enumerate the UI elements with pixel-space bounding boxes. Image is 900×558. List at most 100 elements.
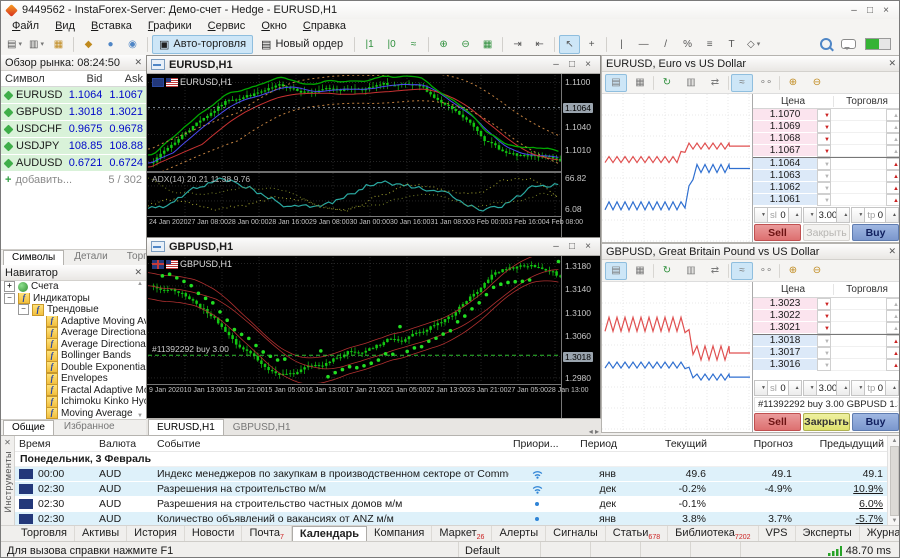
chart-tab[interactable]: EURUSD,H1 (148, 419, 224, 435)
calendar-row[interactable]: 00:00 AUD Индекс менеджеров по закупкам … (15, 467, 887, 482)
ticks-toggle-button[interactable]: ≈ (731, 262, 753, 280)
zoom-out-button[interactable]: ⊖ (455, 35, 476, 54)
text-tool-button[interactable]: T (721, 35, 742, 54)
menu-item[interactable]: Вид (47, 20, 83, 32)
navigator-item[interactable]: Fractal Adaptive Mo (1, 385, 146, 397)
separator[interactable] (728, 76, 729, 90)
close-button[interactable]: Закрыть (803, 413, 850, 431)
close-button[interactable]: × (580, 59, 596, 70)
menu-item[interactable]: Окно (253, 20, 295, 32)
close-icon[interactable]: ✕ (888, 246, 896, 257)
navigator-tab[interactable]: Избранное (55, 419, 124, 435)
navigator-item[interactable]: Ichimoku Kinko Hyo (1, 396, 146, 408)
buy-at-price-button[interactable]: ▲ (886, 145, 900, 157)
history-center-button[interactable]: ▦ (48, 35, 69, 54)
trade-cell[interactable] (831, 109, 886, 121)
sl-up-button[interactable]: ▲ (788, 207, 802, 223)
separator[interactable] (653, 264, 654, 278)
close-icon[interactable]: ✕ (134, 267, 142, 278)
navigator-item[interactable]: Average Directional (1, 327, 146, 339)
broadcast-button[interactable]: ◉ (122, 35, 143, 54)
search-icon[interactable] (820, 38, 832, 50)
trade-cell[interactable] (831, 347, 886, 359)
crosshair-button[interactable]: + (581, 35, 602, 54)
gbpusd-price-plot[interactable] (148, 257, 562, 383)
market-watch-row[interactable]: AUDUSD 0.6721 0.6724 (1, 155, 146, 172)
tick-chart[interactable] (602, 94, 753, 242)
toolbox-tab[interactable]: Календарь (292, 526, 367, 542)
transfer-button[interactable]: ⇄ (704, 262, 726, 280)
menu-item[interactable]: Файл (4, 20, 47, 32)
col-time[interactable]: Время (15, 438, 95, 450)
volume-field[interactable]: 3.00 (817, 380, 837, 396)
navigator-scrollbar[interactable]: ▲▼ (135, 281, 145, 419)
sl-field[interactable]: sl0 (768, 207, 788, 223)
tree-expander-icon[interactable] (4, 293, 15, 304)
auto-scroll-button[interactable]: ⇥ (507, 35, 528, 54)
chart-window-titlebar[interactable]: GBPUSD,H1 –□× (147, 238, 600, 255)
separator[interactable] (728, 264, 729, 278)
navigator-item[interactable]: Double Exponential (1, 362, 146, 374)
tp-up-button[interactable]: ▲ (885, 207, 899, 223)
chat-icon[interactable] (841, 39, 856, 49)
trade-cell[interactable] (831, 322, 886, 334)
trade-cell[interactable] (831, 121, 886, 133)
sell-at-price-button[interactable]: ▼ (817, 158, 831, 170)
cursor-button[interactable]: ↖ (559, 35, 580, 54)
col-actual[interactable]: Текущий (621, 438, 711, 450)
market-depth-mode-button[interactable]: ▦ (629, 262, 651, 280)
buy-at-price-button[interactable]: ▲ (886, 310, 900, 322)
col-symbol[interactable]: Символ (1, 73, 65, 85)
toolbox-tab[interactable]: Эксперты (796, 526, 860, 541)
minimize-button[interactable]: – (548, 59, 564, 70)
col-forecast[interactable]: Прогноз (711, 438, 797, 450)
buy-at-price-button[interactable]: ▲ (886, 298, 900, 310)
navigator-item[interactable]: Average Directional (1, 339, 146, 351)
volume-down-button[interactable]: ▼ (803, 207, 817, 223)
calendar-row[interactable]: 02:30 AUD Разрешения на строительство ча… (15, 497, 887, 512)
volumes-toggle-button[interactable]: ∘∘ (755, 74, 777, 92)
trade-cell[interactable] (831, 359, 886, 371)
tile-windows-button[interactable]: ▦ (477, 35, 498, 54)
tp-field[interactable]: tp0 (865, 380, 885, 396)
vertical-line-button[interactable]: | (611, 35, 632, 54)
trade-cell[interactable] (831, 194, 886, 206)
buy-at-price-button[interactable]: ▲ (886, 347, 900, 359)
tick-chart-mode-button[interactable]: ▤ (605, 262, 627, 280)
zoom-in-button[interactable]: ⊕ (782, 262, 804, 280)
sell-at-price-button[interactable]: ▼ (817, 145, 831, 157)
tp-field[interactable]: tp0 (865, 207, 885, 223)
trade-cell[interactable] (831, 158, 886, 170)
tp-down-button[interactable]: ▼ (851, 380, 865, 396)
sl-down-button[interactable]: ▼ (754, 207, 768, 223)
sell-at-price-button[interactable]: ▼ (817, 347, 831, 359)
volume-field[interactable]: 3.00 (817, 207, 837, 223)
close-icon[interactable]: ✕ (4, 438, 11, 447)
trade-cell[interactable] (831, 298, 886, 310)
volume-up-button[interactable]: ▲ (836, 380, 850, 396)
toolbox-tab[interactable]: История (127, 526, 185, 541)
toolbox-tab[interactable]: Новости (185, 526, 243, 541)
tree-expander-icon[interactable] (4, 281, 15, 292)
market-watch-row[interactable]: GBPUSD 1.3018 1.3021 (1, 104, 146, 121)
market-watch-row[interactable]: EURUSD 1.1064 1.1067 (1, 87, 146, 104)
buy-at-price-button[interactable]: ▲ (886, 194, 900, 206)
menu-item[interactable]: Вставка (83, 20, 140, 32)
chart-window-titlebar[interactable]: EURUSD,H1 –□× (147, 56, 600, 73)
sell-at-price-button[interactable]: ▼ (817, 109, 831, 121)
navigator-tab[interactable]: Общие (3, 420, 54, 435)
close-button[interactable]: Закрыть (803, 224, 850, 241)
toolbox-tab[interactable]: Почта7 (242, 526, 291, 541)
tick-chart-mode-button[interactable]: ▤ (605, 74, 627, 92)
calendar-row[interactable]: 02:30 AUD Разрешения на строительство м/… (15, 482, 887, 497)
toolbox-tab[interactable]: VPS (759, 526, 796, 541)
autotrade-button[interactable]: ▣Авто-торговля (152, 35, 253, 54)
col-event[interactable]: Событие (153, 438, 509, 450)
candles-view-button[interactable]: |0 (381, 35, 402, 54)
sell-at-price-button[interactable]: ▼ (817, 359, 831, 371)
toolbox-tab[interactable]: Сигналы (546, 526, 606, 541)
buy-at-price-button[interactable]: ▲ (886, 359, 900, 371)
zoom-in-button[interactable]: ⊕ (433, 35, 454, 54)
volumes-toggle-button[interactable]: ∘∘ (755, 262, 777, 280)
chart-shift-button[interactable]: ⇤ (529, 35, 550, 54)
